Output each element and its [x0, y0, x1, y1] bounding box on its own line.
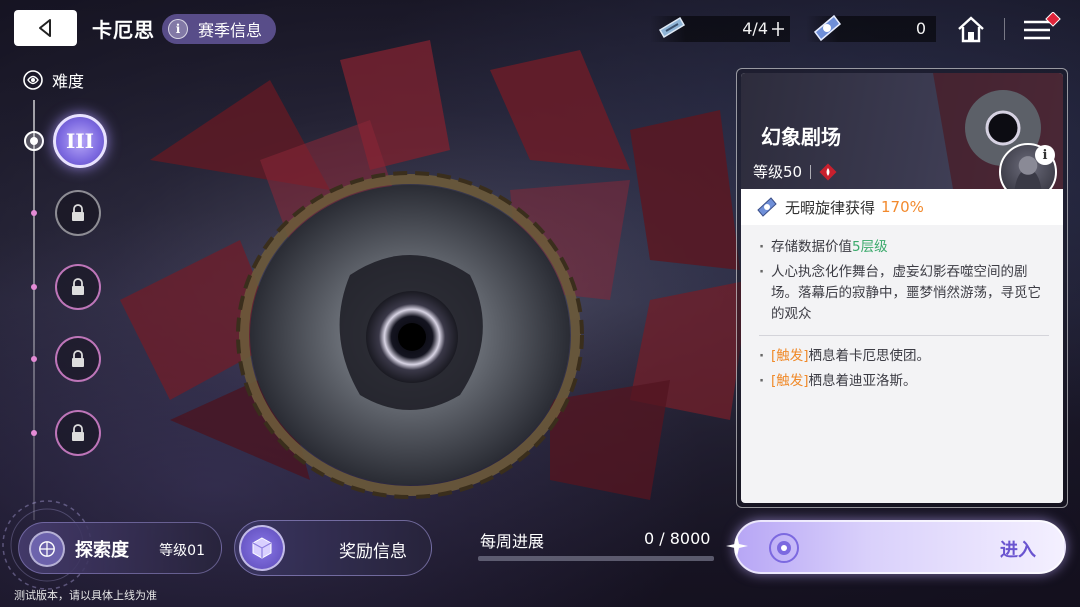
ticket-icon: [658, 16, 686, 39]
compass-icon: [29, 531, 65, 567]
lock-icon: [72, 204, 84, 221]
rail-selected-marker: [24, 131, 44, 151]
melody-icon: [813, 14, 842, 42]
difficulty-header: 难度: [22, 68, 84, 92]
card-body: 存储数据价值5层级 人心执念化作舞台，虚妄幻影吞噬空间的剧场。落幕后的寂静中，噩…: [759, 237, 1049, 396]
difficulty-level-locked[interactable]: [55, 264, 101, 310]
bonus-row: 无暇旋律获得 170%: [741, 189, 1063, 225]
melody-icon: [757, 197, 777, 217]
reward-info-button[interactable]: 奖励信息: [234, 520, 432, 576]
trigger-tag: [触发]: [771, 348, 809, 364]
card-level: 等级50: [753, 163, 803, 181]
enter-label: 进入: [1000, 540, 1036, 561]
reward-cube-icon: [239, 525, 285, 571]
card-title: 幻象剧场: [761, 125, 841, 149]
bonus-label: 无暇旋律获得: [785, 198, 876, 217]
rail-tick: [31, 430, 37, 436]
trigger-text: 栖息着迪亚洛斯。: [808, 373, 917, 389]
lock-icon: [72, 424, 84, 441]
exploration-button[interactable]: 探索度 等级01: [18, 522, 222, 574]
plus-icon[interactable]: [770, 20, 786, 38]
test-version-footnote: 测试版本，请以具体上线为准: [14, 589, 157, 602]
rail-tick: [31, 284, 37, 290]
rail-tick: [31, 356, 37, 362]
lock-icon: [72, 278, 84, 295]
melody-count: 0: [915, 19, 926, 38]
portal-icon: [769, 533, 799, 563]
melody-resource: 0: [806, 14, 936, 42]
season-info-label: 赛季信息: [198, 21, 263, 40]
difficulty-level-numeral: III: [65, 129, 95, 153]
trigger-tag: [触发]: [771, 373, 809, 389]
page-title: 卡厄思: [92, 18, 155, 42]
enter-button[interactable]: 进入: [734, 520, 1066, 574]
stage-description: 人心执念化作舞台，虚妄幻影吞噬空间的剧场。落幕后的寂静中，噩梦悄然游荡，寻觅它的…: [759, 262, 1049, 325]
level-separator: [810, 164, 812, 179]
season-info-button[interactable]: i 赛季信息: [162, 14, 276, 44]
store-value-line: 存储数据价值5层级: [759, 237, 1049, 258]
abyss-orb-illustration: [236, 171, 584, 499]
card-divider: [759, 335, 1049, 336]
difficulty-rail: [33, 100, 35, 520]
weekly-progress-label: 每周进展: [480, 532, 545, 551]
back-arrow-icon: [38, 19, 51, 37]
sparkle-icon: [726, 535, 748, 557]
weekly-progress-value: 0 / 8000: [644, 529, 711, 548]
info-icon: i: [168, 19, 188, 39]
menu-icon[interactable]: [1020, 12, 1064, 46]
lock-icon: [72, 350, 84, 367]
boss-info-icon[interactable]: i: [1035, 145, 1055, 165]
header-divider: [1004, 18, 1005, 40]
difficulty-icon: [23, 70, 43, 90]
rail-tick: [31, 210, 37, 216]
difficulty-level-locked[interactable]: [55, 190, 101, 236]
difficulty-label: 难度: [52, 72, 85, 91]
trigger-line: [触发]栖息着迪亚洛斯。: [759, 371, 1049, 392]
difficulty-level-locked[interactable]: [55, 410, 101, 456]
back-button[interactable]: [14, 10, 77, 46]
weekly-progress-bar: [478, 556, 714, 561]
reward-info-label: 奖励信息: [339, 542, 407, 562]
difficulty-level-selected[interactable]: III: [53, 114, 107, 168]
ticket-resource: 4/4: [650, 16, 790, 42]
exploration-label: 探索度: [75, 540, 129, 561]
difficulty-level-locked[interactable]: [55, 336, 101, 382]
trigger-line: [触发]栖息着卡厄思使团。: [759, 346, 1049, 367]
element-fire-icon: [819, 163, 837, 180]
trigger-text: 栖息着卡厄思使团。: [808, 348, 931, 364]
exploration-level: 等级01: [159, 543, 205, 559]
stage-info-card: 幻象剧场 等级50 i 无暇旋律获得 170% · 存储数据价值5层级 · 人心…: [736, 68, 1068, 508]
store-label: 存储数据价值: [771, 239, 852, 255]
home-icon[interactable]: [955, 13, 987, 45]
ticket-count: 4/4: [742, 19, 768, 38]
card-level-row: 等级50: [753, 161, 837, 182]
bonus-percent: 170%: [881, 198, 924, 216]
store-value: 5层级: [852, 239, 888, 255]
